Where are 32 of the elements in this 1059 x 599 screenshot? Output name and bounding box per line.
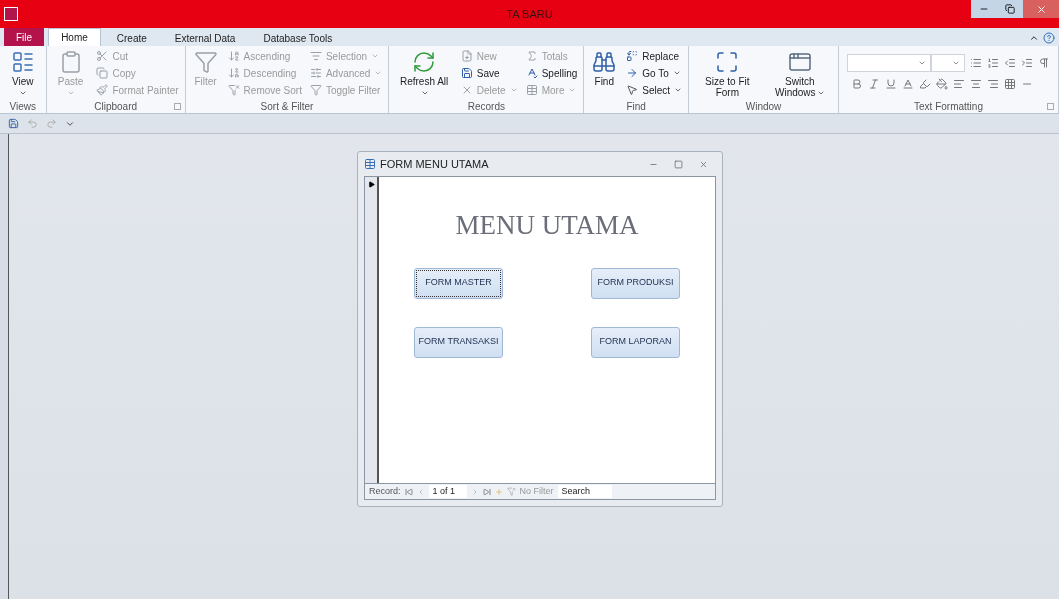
ribbon-small-button[interactable]: Save <box>458 65 520 81</box>
menu-button[interactable]: FORM MASTER <box>414 267 503 299</box>
ribbon-small-button[interactable]: Spelling <box>523 65 580 81</box>
ribbon-tab[interactable]: Create <box>104 30 159 46</box>
form-title: FORM MENU UTAMA <box>380 156 489 172</box>
ribbon-large-button[interactable]: Switch Windows <box>765 46 834 98</box>
group-label: Sort & Filter <box>260 99 314 114</box>
record-label: Record: <box>369 484 401 498</box>
group-label: Clipboard <box>94 99 138 114</box>
menu-button[interactable]: FORM LAPORAN <box>591 326 680 358</box>
form-heading: MENU UTAMA <box>455 209 639 242</box>
group-label: Window <box>745 99 782 114</box>
window-title: TA BARU <box>506 6 553 22</box>
ribbon-small-button[interactable]: Go To <box>624 65 685 81</box>
ribbon-large-button[interactable]: Size to Fit Form <box>693 46 762 98</box>
group-label: Find <box>626 99 646 114</box>
ribbon-tab[interactable]: Home <box>48 28 101 46</box>
ribbon-tab[interactable]: Database Tools <box>251 30 345 46</box>
ribbon-small-button[interactable]: Select <box>624 82 685 98</box>
record-position-field[interactable]: 1 of 1 <box>428 484 467 499</box>
ribbon-small-button[interactable]: Replace <box>624 48 685 64</box>
group-label: Text Formatting <box>914 99 983 114</box>
search-field[interactable]: Search <box>557 485 612 498</box>
ribbon-large-button[interactable]: Refresh All <box>393 46 455 98</box>
group-label: Records <box>467 99 505 114</box>
ribbon-large-button[interactable]: View <box>4 46 42 98</box>
menu-button[interactable]: FORM PRODUKSI <box>591 267 680 299</box>
ribbon-large-button[interactable]: Find <box>588 46 621 98</box>
group-label: Views <box>9 99 37 114</box>
file-tab[interactable]: File <box>4 28 45 46</box>
menu-button[interactable]: FORM TRANSAKSI <box>414 326 503 358</box>
ribbon-tab[interactable]: External Data <box>162 30 248 46</box>
